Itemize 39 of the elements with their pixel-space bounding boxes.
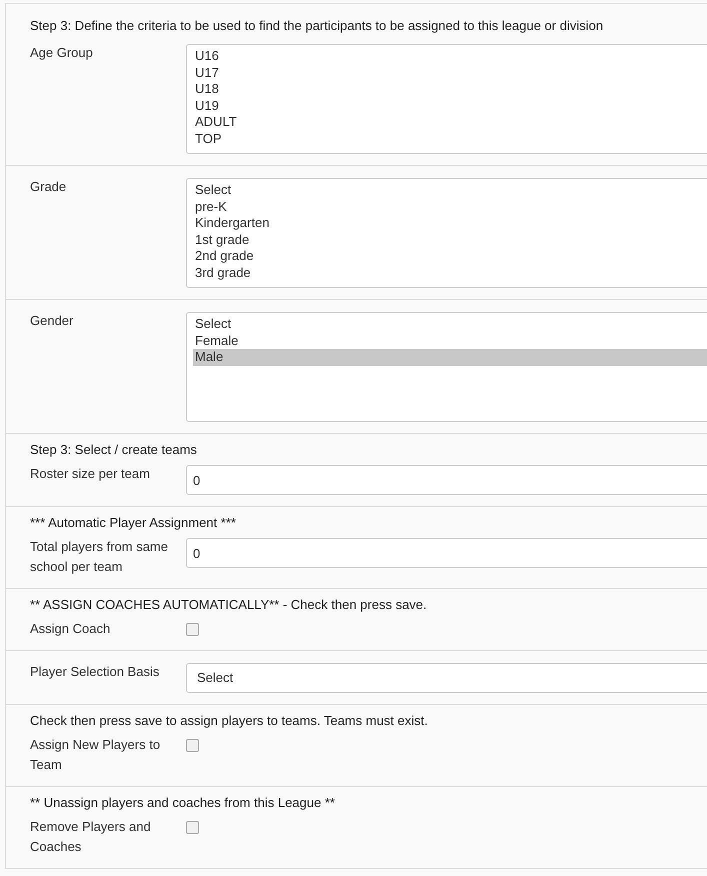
section-heading: Check then press save to assign players to teams. Teams must exist. [30, 713, 429, 729]
field-label: Remove Players and Coaches [30, 818, 152, 856]
list-option[interactable]: U16 [193, 48, 707, 64]
list-option[interactable]: U19 [193, 98, 707, 114]
list-option[interactable]: 2nd grade [193, 248, 707, 264]
list-option[interactable]: Kindergarten [193, 215, 707, 232]
field-label: Assign New Players to Team [30, 736, 162, 774]
checkbox[interactable] [186, 821, 199, 834]
section-heading: ** Unassign players and coaches from this League ** [30, 795, 336, 811]
input-field[interactable]: 0 [186, 538, 707, 568]
list-option[interactable]: 1st grade [193, 232, 707, 248]
list-box[interactable]: Select Female Male [186, 312, 707, 422]
list-option[interactable]: U18 [193, 81, 707, 98]
list-option[interactable]: ADULT [193, 114, 707, 130]
field-label: Roster size per team [30, 465, 151, 483]
select-dropdown[interactable]: Select [186, 663, 707, 693]
field-label: Grade [30, 178, 68, 196]
list-box[interactable]: U16 U17 U18 U19 ADULT TOP [186, 44, 707, 154]
list-option[interactable]: 3rd grade [193, 264, 707, 281]
field-label: Player Selection Basis [30, 663, 160, 681]
section-heading: *** Automatic Player Assignment *** [30, 515, 237, 531]
list-option[interactable]: TOP [193, 130, 707, 147]
checkbox[interactable] [186, 739, 199, 752]
list-option[interactable]: Select [193, 182, 707, 198]
section-heading: ** ASSIGN COACHES AUTOMATICALLY** - Check then press save. [30, 597, 428, 613]
field-label: Age Group [30, 44, 94, 62]
section-heading: Step 3: Select / create teams [30, 442, 198, 458]
checkbox[interactable] [186, 623, 199, 636]
field-label: Total players from same school per team [30, 538, 169, 576]
list-option[interactable]: pre-K [193, 198, 707, 215]
list-box[interactable]: Select pre-K Kindergarten 1st grade 2nd grade 3rd grade [186, 178, 707, 288]
section-heading: Step 3: Define the criteria to be used to find the participants to be assigned to this league or division [30, 18, 604, 34]
list-option[interactable]: U17 [193, 64, 707, 81]
field-label: Assign Coach [30, 620, 112, 638]
list-option[interactable]: Female [193, 332, 707, 349]
list-option[interactable]: Select [193, 316, 707, 332]
field-label: Gender [30, 312, 74, 330]
list-option[interactable]: Male [193, 349, 707, 366]
input-field[interactable]: 0 [186, 465, 707, 495]
